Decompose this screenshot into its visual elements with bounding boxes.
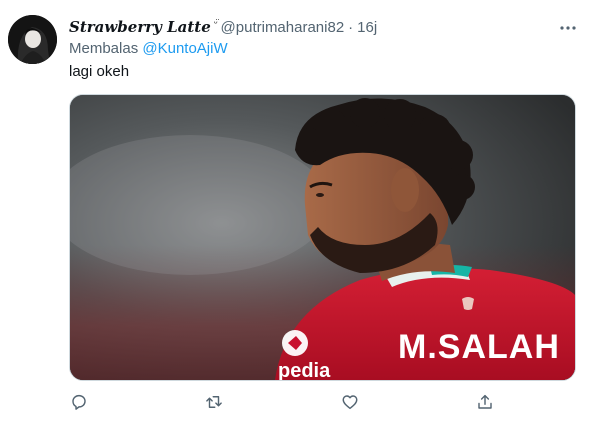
tweet-text: lagi okeh [69,63,130,80]
share-button[interactable] [471,388,499,416]
reply-context: Membalas @KuntoAjiW [69,40,228,57]
tweet-actions [69,388,509,416]
retweet-icon [206,396,222,408]
user-handle[interactable]: @putrimaharani82 [221,19,345,36]
more-icon [560,26,576,30]
avatar-image [8,15,57,64]
avatar[interactable] [8,15,57,64]
reply-button[interactable] [65,388,93,416]
reply-icon [72,394,86,410]
separator-dot: · [348,18,354,36]
display-name[interactable]: Strawberry Latte [69,18,211,36]
tweet-media-image[interactable]: pedia M.SALAH [69,94,576,381]
reply-mention-link[interactable]: @KuntoAjiW [142,40,227,57]
tweet-header: Strawberry Latte ᵕ̈ @putrimaharani82 · 1… [69,17,377,37]
share-icon [478,394,492,409]
sponsor-text: pedia [278,360,331,380]
name-emoji: ᵕ̈ [213,17,218,29]
timestamp[interactable]: 16j [357,19,377,36]
retweet-button[interactable] [200,388,228,416]
heart-icon [342,395,358,410]
like-button[interactable] [336,388,364,416]
tweet[interactable]: Strawberry Latte ᵕ̈ @putrimaharani82 · 1… [0,0,598,430]
reply-prefix: Membalas [69,40,139,57]
more-options-button[interactable] [558,18,578,38]
player-photo: pedia M.SALAH [70,95,575,380]
jersey-name: M.SALAH [398,328,560,366]
